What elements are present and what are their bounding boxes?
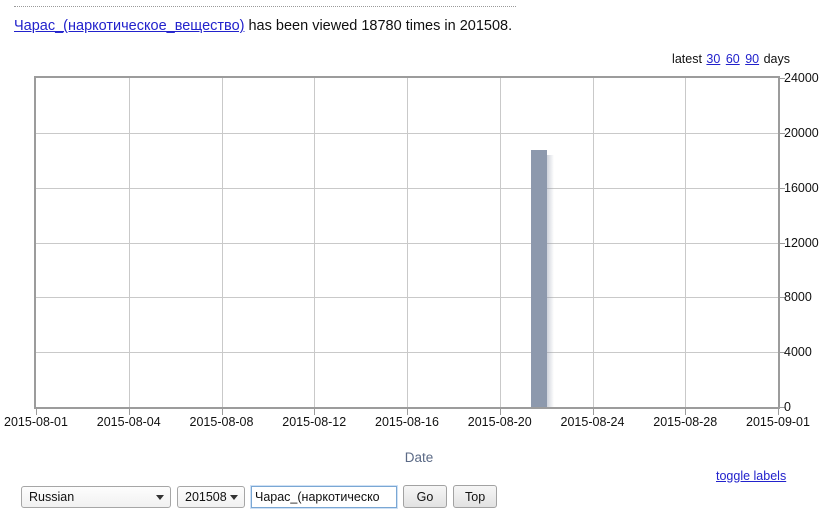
x-tick-label: 2015-08-24 xyxy=(560,415,625,429)
chevron-down-icon xyxy=(156,494,164,500)
y-tick-label: 8000 xyxy=(784,290,812,305)
y-tick-label: 4000 xyxy=(784,345,812,360)
chart-plot-area xyxy=(34,76,780,409)
y-tick-label: 20000 xyxy=(784,125,819,140)
x-tick-label: 2015-08-16 xyxy=(375,415,439,429)
x-tick-label: 2015-08-28 xyxy=(653,415,718,429)
x-gridline xyxy=(128,78,130,407)
x-gridline xyxy=(592,78,594,407)
period-select[interactable]: 201508 xyxy=(177,485,245,508)
x-axis-title: Date xyxy=(404,450,434,465)
language-select-value: Russian xyxy=(29,489,75,504)
x-tick-label: 2015-08-01 xyxy=(4,415,68,429)
period-select-value: 201508 xyxy=(185,489,227,504)
top-button[interactable]: Top xyxy=(453,485,498,508)
x-gridline xyxy=(221,78,223,407)
y-tick-label: 24000 xyxy=(784,71,819,85)
x-tick-label: 2015-08-04 xyxy=(96,415,161,429)
toggle-labels-control: toggle labels xyxy=(716,469,786,483)
query-form: Russian 201508 Go Top xyxy=(21,484,498,509)
pageviews-chart: 0 4000 8000 12000 16000 20000 24000 2015-08-01 2… xyxy=(0,0,838,470)
x-tick-label: 2015-08-08 xyxy=(189,415,254,429)
x-gridline xyxy=(685,78,687,407)
x-gridline xyxy=(499,78,501,407)
chevron-down-icon xyxy=(230,494,238,500)
chart-bar[interactable] xyxy=(530,149,554,407)
page-name-input[interactable] xyxy=(250,484,398,509)
x-tick-label: 2015-08-12 xyxy=(282,415,347,429)
go-button[interactable]: Go xyxy=(403,485,447,508)
x-tick-label: 2015-09-01 xyxy=(746,415,810,429)
x-gridline xyxy=(314,78,316,407)
toggle-labels-link[interactable]: toggle labels xyxy=(716,469,786,483)
y-tick-label: 16000 xyxy=(784,180,819,195)
y-tick-label: 12000 xyxy=(784,235,819,250)
x-tick-label: 2015-08-20 xyxy=(467,415,532,429)
x-gridline xyxy=(407,78,408,407)
y-tick-label: 0 xyxy=(784,400,791,414)
language-select[interactable]: Russian xyxy=(21,485,171,508)
